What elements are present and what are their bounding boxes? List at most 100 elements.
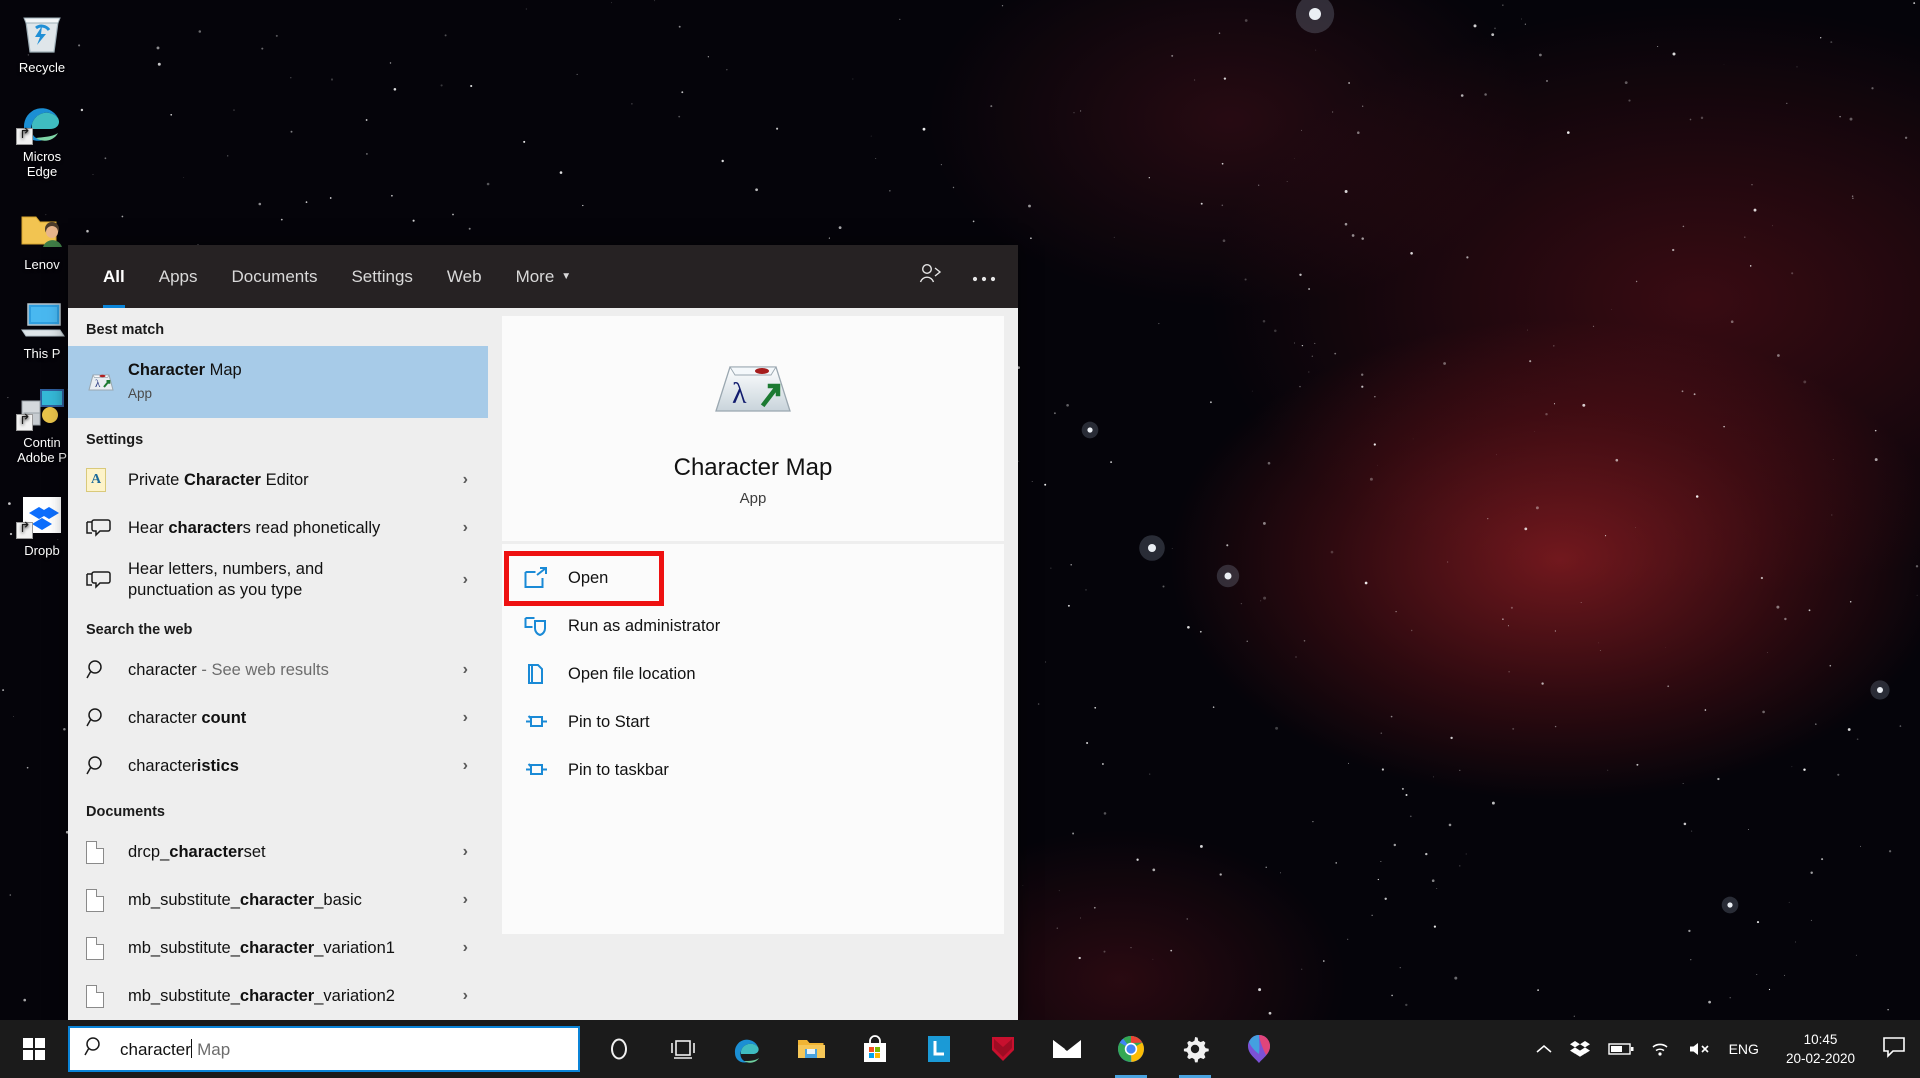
section-heading-best-match: Best match bbox=[68, 308, 488, 346]
desktop-icon-microsoft-edge[interactable]: Micros Edge bbox=[0, 97, 84, 179]
search-icon bbox=[86, 659, 108, 681]
microsoft-edge-icon[interactable] bbox=[728, 1020, 766, 1078]
tab-documents-label: Documents bbox=[231, 267, 317, 287]
character-map-icon: λ bbox=[86, 368, 116, 396]
action-open[interactable]: Open bbox=[502, 554, 1004, 602]
search-filter-bar: All Apps Documents Settings Web More ▼ bbox=[68, 245, 1018, 308]
result-pre: drcp_ bbox=[128, 843, 169, 861]
chevron-right-icon[interactable]: › bbox=[463, 471, 482, 489]
taskbar-clock[interactable]: 10:45 20-02-2020 bbox=[1776, 1030, 1865, 1068]
edge-icon bbox=[16, 97, 68, 145]
result-document-mb-substitute-character-variation1[interactable]: mb_substitute_character_variation1 › bbox=[68, 924, 488, 972]
result-bold: character bbox=[240, 987, 314, 1005]
result-pre: mb_substitute_ bbox=[128, 939, 240, 957]
result-title-bold: Character bbox=[128, 361, 205, 379]
result-bold: character bbox=[240, 939, 314, 957]
battery-icon[interactable] bbox=[1608, 1042, 1634, 1056]
tab-more[interactable]: More ▼ bbox=[499, 245, 589, 308]
action-open-file-location-label: Open file location bbox=[568, 665, 696, 684]
result-pre: character bbox=[128, 757, 197, 775]
account-icon[interactable] bbox=[919, 263, 942, 290]
folder-open-icon bbox=[524, 663, 568, 685]
tab-all[interactable]: All bbox=[86, 245, 142, 308]
wifi-icon[interactable] bbox=[1651, 1041, 1671, 1057]
tab-apps-label: Apps bbox=[159, 267, 198, 287]
teams-icon[interactable] bbox=[1240, 1020, 1278, 1078]
chevron-right-icon[interactable]: › bbox=[463, 757, 482, 775]
result-document-mb-substitute-character-variation2[interactable]: mb_substitute_character_variation2 › bbox=[68, 972, 488, 1020]
taskbar-search-box[interactable]: character Map bbox=[68, 1026, 580, 1072]
desktop-icon-label: Micros bbox=[0, 149, 84, 164]
chevron-right-icon[interactable]: › bbox=[463, 939, 482, 957]
result-post: _variation1 bbox=[314, 939, 395, 957]
tab-web-label: Web bbox=[447, 267, 482, 287]
result-document-drcp-characterset[interactable]: drcp_characterset › bbox=[68, 828, 488, 876]
chevron-up-icon[interactable] bbox=[1536, 1043, 1552, 1055]
tab-settings[interactable]: Settings bbox=[334, 245, 429, 308]
lenovo-vantage-icon[interactable] bbox=[920, 1020, 958, 1078]
action-pin-to-start[interactable]: Pin to Start bbox=[502, 698, 1004, 746]
chevron-right-icon[interactable]: › bbox=[463, 661, 482, 679]
tab-documents[interactable]: Documents bbox=[214, 245, 334, 308]
result-web-character-count[interactable]: character count › bbox=[68, 694, 488, 742]
chevron-right-icon[interactable]: › bbox=[463, 709, 482, 727]
result-web-character[interactable]: character - See web results › bbox=[68, 646, 488, 694]
action-pin-to-taskbar[interactable]: Pin to taskbar bbox=[502, 746, 1004, 794]
google-chrome-icon[interactable] bbox=[1112, 1020, 1150, 1078]
search-flyout: All Apps Documents Settings Web More ▼ bbox=[68, 245, 1018, 1020]
shortcut-overlay-icon bbox=[16, 414, 33, 431]
action-open-file-location[interactable]: Open file location bbox=[502, 650, 1004, 698]
result-private-character-editor[interactable]: A Private Character Editor › bbox=[68, 456, 488, 504]
desktop-icon-recycle-bin[interactable]: Recycle bbox=[0, 8, 84, 75]
result-pre: mb_substitute_ bbox=[128, 987, 240, 1005]
preview-app-kind: App bbox=[740, 490, 767, 507]
result-suffix: - See web results bbox=[197, 661, 329, 679]
result-hear-letters-numbers-punctuation[interactable]: Hear letters, numbers, and punctuation a… bbox=[68, 552, 488, 608]
language-indicator[interactable]: ENG bbox=[1729, 1041, 1759, 1057]
svg-text:λ: λ bbox=[732, 377, 747, 410]
mcafee-icon[interactable] bbox=[984, 1020, 1022, 1078]
tab-all-label: All bbox=[103, 267, 125, 287]
settings-gear-icon[interactable] bbox=[1176, 1020, 1214, 1078]
windows-start-icon bbox=[23, 1038, 45, 1060]
result-best-match-character-map[interactable]: λ Character Map App bbox=[68, 346, 488, 418]
task-view-icon[interactable] bbox=[664, 1020, 702, 1078]
chevron-right-icon[interactable]: › bbox=[463, 843, 482, 861]
chevron-right-icon[interactable]: › bbox=[463, 519, 482, 537]
result-bold: character bbox=[168, 519, 242, 537]
chevron-right-icon[interactable]: › bbox=[463, 987, 482, 1005]
tab-apps[interactable]: Apps bbox=[142, 245, 215, 308]
lenovo-folder-icon bbox=[16, 205, 68, 253]
pin-icon bbox=[524, 759, 568, 781]
notification-icon[interactable] bbox=[1882, 1036, 1906, 1063]
result-document-mb-substitute-character-basic[interactable]: mb_substitute_character_basic › bbox=[68, 876, 488, 924]
action-run-as-administrator-label: Run as administrator bbox=[568, 617, 720, 636]
result-post: _basic bbox=[314, 891, 362, 909]
result-bold: character bbox=[169, 843, 243, 861]
search-input-typed-text: character bbox=[120, 1040, 191, 1059]
ellipsis-icon[interactable] bbox=[972, 266, 996, 288]
volume-muted-icon[interactable] bbox=[1688, 1041, 1712, 1057]
action-run-as-administrator[interactable]: Run as administrator bbox=[502, 602, 1004, 650]
result-hear-characters-read-phonetically[interactable]: Hear characters read phonetically › bbox=[68, 504, 488, 552]
taskbar-pinned-icons bbox=[600, 1020, 1278, 1078]
file-explorer-icon[interactable] bbox=[792, 1020, 830, 1078]
start-button[interactable] bbox=[0, 1020, 68, 1078]
chevron-right-icon[interactable]: › bbox=[463, 571, 482, 589]
cortana-icon[interactable] bbox=[600, 1020, 638, 1078]
dropbox-tray-icon[interactable] bbox=[1569, 1039, 1591, 1059]
result-web-characteristics[interactable]: characteristics › bbox=[68, 742, 488, 790]
section-heading-settings: Settings bbox=[68, 418, 488, 456]
private-character-editor-icon: A bbox=[86, 468, 106, 492]
app-preview-card: λ Character Map App bbox=[502, 316, 1004, 541]
clock-date: 20-02-2020 bbox=[1786, 1049, 1855, 1068]
chevron-right-icon[interactable]: › bbox=[463, 891, 482, 909]
search-input-suggestion: Map bbox=[192, 1040, 230, 1059]
tab-web[interactable]: Web bbox=[430, 245, 499, 308]
chevron-down-icon: ▼ bbox=[561, 271, 571, 282]
microsoft-store-icon[interactable] bbox=[856, 1020, 894, 1078]
result-bold: count bbox=[201, 709, 246, 727]
result-pre: mb_substitute_ bbox=[128, 891, 240, 909]
document-icon bbox=[86, 985, 104, 1008]
mail-icon[interactable] bbox=[1048, 1020, 1086, 1078]
